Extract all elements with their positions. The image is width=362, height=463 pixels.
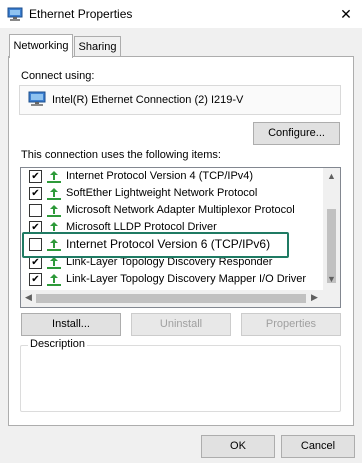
network-adapter-icon <box>28 91 46 106</box>
scrollbar-thumb[interactable] <box>36 294 306 303</box>
configure-button-label: Configure... <box>268 127 325 139</box>
ok-button-label: OK <box>230 440 246 452</box>
network-protocol-icon <box>47 171 61 183</box>
description-group <box>20 345 341 412</box>
tab-sharing[interactable]: Sharing <box>74 36 121 58</box>
checkbox[interactable]: ✔ <box>29 273 42 286</box>
cancel-button-label: Cancel <box>300 440 336 452</box>
checkbox[interactable]: ✔ <box>29 187 42 200</box>
install-button[interactable]: Install... <box>21 313 121 336</box>
network-protocol-icon <box>47 205 61 217</box>
tab-networking[interactable]: Networking <box>9 34 73 58</box>
scroll-left-icon[interactable]: ◀ <box>25 292 32 303</box>
scroll-corner: ▼ <box>323 274 340 307</box>
window-title: Ethernet Properties <box>29 7 133 21</box>
install-button-label: Install... <box>52 318 90 330</box>
list-item[interactable]: Microsoft Network Adapter Multiplexor Pr… <box>21 202 323 219</box>
uninstall-button-label: Uninstall <box>159 318 203 330</box>
scroll-up-icon[interactable]: ▲ <box>327 171 336 181</box>
properties-button[interactable]: Properties <box>241 313 341 336</box>
connect-using-label: Connect using: <box>21 70 95 82</box>
ipv6-highlight <box>22 232 289 258</box>
description-title: Description <box>28 338 88 350</box>
properties-button-label: Properties <box>265 318 317 330</box>
list-item[interactable]: ✔ SoftEther Lightweight Network Protocol <box>21 185 323 202</box>
network-protocol-icon <box>47 257 61 269</box>
network-protocol-icon <box>47 188 61 200</box>
list-item[interactable]: ✔ Internet Protocol Version 4 (TCP/IPv4) <box>21 168 323 185</box>
list-item-label: Link-Layer Topology Discovery Mapper I/O… <box>66 273 307 285</box>
list-item-label: Internet Protocol Version 4 (TCP/IPv4) <box>66 170 254 182</box>
horizontal-scrollbar[interactable]: ◀ ▶ <box>21 290 323 307</box>
components-label: This connection uses the following items… <box>21 149 221 161</box>
cancel-button[interactable]: Cancel <box>281 435 355 458</box>
adapter-name: Intel(R) Ethernet Connection (2) I219-V <box>52 94 244 106</box>
close-button[interactable]: ✕ <box>334 4 358 24</box>
uninstall-button[interactable]: Uninstall <box>131 313 231 336</box>
network-adapter-icon <box>7 7 23 21</box>
list-item[interactable]: ✔ Link-Layer Topology Discovery Mapper I… <box>21 271 323 288</box>
network-protocol-icon <box>47 274 61 286</box>
checkbox[interactable]: ✔ <box>29 170 42 183</box>
scroll-down-icon[interactable]: ▼ <box>327 274 336 284</box>
list-item-label: Microsoft Network Adapter Multiplexor Pr… <box>66 204 295 216</box>
checkbox[interactable] <box>29 204 42 217</box>
scroll-right-icon[interactable]: ▶ <box>311 292 318 303</box>
vertical-scrollbar[interactable]: ▲ <box>323 168 340 290</box>
scrollbar-thumb[interactable] <box>327 209 336 283</box>
configure-button[interactable]: Configure... <box>253 122 340 145</box>
ok-button[interactable]: OK <box>201 435 275 458</box>
list-item-label: SoftEther Lightweight Network Protocol <box>66 187 258 199</box>
